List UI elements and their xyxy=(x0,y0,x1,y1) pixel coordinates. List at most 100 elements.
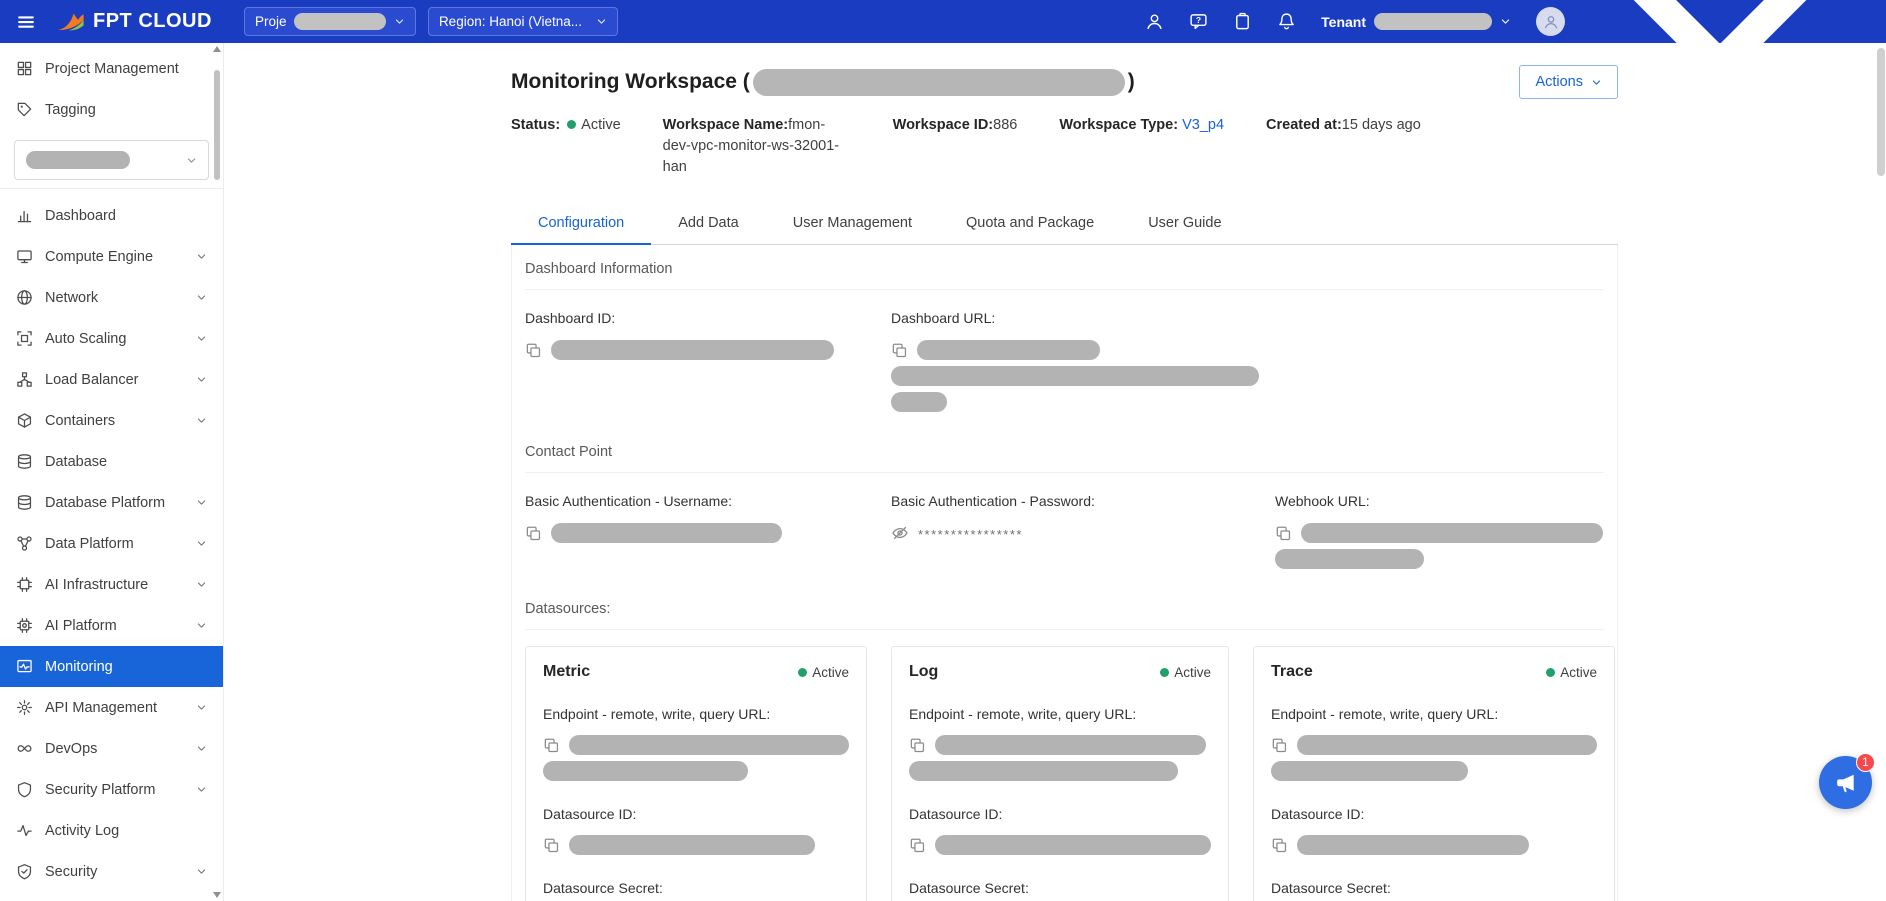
sidebar-scrollbar-thumb[interactable] xyxy=(214,70,220,180)
copy-icon[interactable] xyxy=(1275,525,1292,542)
nodes-icon xyxy=(16,535,33,552)
tab-quota-and-package[interactable]: Quota and Package xyxy=(939,202,1121,244)
username-label: Basic Authentication - Username: xyxy=(525,493,891,509)
fpt-cloud-logo[interactable]: FPT CLOUD xyxy=(56,10,212,33)
scroll-up-arrow-icon[interactable] xyxy=(213,46,221,52)
masked-password: **************** xyxy=(918,524,1023,542)
sidebar-item-monitoring[interactable]: Monitoring xyxy=(0,646,223,687)
redacted-tenant-name xyxy=(1374,13,1492,30)
sidebar-item-ai-platform[interactable]: AI Platform xyxy=(0,605,223,646)
sidebar-item-dashboard[interactable]: Dashboard xyxy=(0,195,223,236)
copy-icon[interactable] xyxy=(525,342,542,359)
sidebar-item-ai-infrastructure[interactable]: AI Infrastructure xyxy=(0,564,223,605)
sidebar-item-project-management[interactable]: Project Management xyxy=(0,48,223,89)
tab-add-data[interactable]: Add Data xyxy=(651,202,765,244)
database-icon xyxy=(16,494,33,511)
scroll-down-arrow-icon[interactable] xyxy=(213,892,221,898)
chevron-down-icon xyxy=(196,497,207,508)
sidebar-item-label: Monitoring xyxy=(45,659,113,675)
shield-check-icon xyxy=(16,863,33,880)
sidebar-item-api-management[interactable]: API Management xyxy=(0,687,223,728)
redacted-datasource-id xyxy=(569,835,815,855)
dashboard-url-label: Dashboard URL: xyxy=(891,310,1604,326)
copy-icon[interactable] xyxy=(525,525,542,542)
sidebar-item-tagging[interactable]: Tagging xyxy=(0,89,223,130)
chip-icon xyxy=(16,576,33,593)
redacted-endpoint-url xyxy=(935,735,1206,755)
sidebar-item-containers[interactable]: Containers xyxy=(0,400,223,441)
announcements-fab[interactable]: 1 xyxy=(1819,756,1872,809)
sidebar-item-compute-engine[interactable]: Compute Engine xyxy=(0,236,223,277)
workspace-name-label: Workspace Name: xyxy=(663,117,788,133)
sidebar-item-auto-scaling[interactable]: Auto Scaling xyxy=(0,318,223,359)
eye-off-icon[interactable] xyxy=(891,524,909,542)
tab-configuration[interactable]: Configuration xyxy=(511,202,651,244)
dashboard-id-field: Dashboard ID: xyxy=(525,290,891,412)
sidebar-item-label: Auto Scaling xyxy=(45,331,126,347)
menu-hamburger-icon[interactable] xyxy=(16,12,36,32)
redacted-endpoint-url xyxy=(1297,735,1597,755)
region-select[interactable]: Region: Hanoi (Vietna... xyxy=(428,7,618,36)
status-text: Active xyxy=(812,665,849,680)
project-select[interactable]: Proje xyxy=(244,7,416,36)
page-scrollbar[interactable] xyxy=(1877,43,1885,901)
chip2-icon xyxy=(16,617,33,634)
sidebar-item-label: Compute Engine xyxy=(45,249,153,265)
notifications-bell-icon[interactable] xyxy=(1277,12,1296,31)
status-badge: Active xyxy=(791,665,849,680)
sidebar-item-data-platform[interactable]: Data Platform xyxy=(0,523,223,564)
status-dot xyxy=(567,120,576,129)
sidebar-item-label: Containers xyxy=(45,413,115,429)
clipboard-icon[interactable] xyxy=(1233,12,1252,31)
redacted-datasource-id xyxy=(935,835,1211,855)
sidebar-item-label: AI Platform xyxy=(45,618,117,634)
infinity-icon xyxy=(16,740,33,757)
sidebar-item-database-platform[interactable]: Database Platform xyxy=(0,482,223,523)
fpt-logo-icon xyxy=(56,10,86,33)
support-chat-icon[interactable]: ? xyxy=(1189,12,1208,31)
section-dashboard-information: Dashboard Information xyxy=(525,245,1604,290)
page-scrollbar-thumb[interactable] xyxy=(1877,48,1885,176)
workspace-id-value: 886 xyxy=(993,117,1017,133)
main-content: Monitoring Workspace ( ) Actions Status:… xyxy=(224,43,1886,901)
page-title-suffix: ) xyxy=(1128,70,1135,94)
copy-icon[interactable] xyxy=(909,837,926,854)
tab-user-management[interactable]: User Management xyxy=(766,202,939,244)
account-menu[interactable] xyxy=(1536,0,1870,172)
status-badge: Active xyxy=(1539,665,1597,680)
redacted-endpoint-url xyxy=(909,761,1178,781)
user-icon[interactable] xyxy=(1145,12,1164,31)
copy-icon[interactable] xyxy=(909,737,926,754)
sidebar-item-load-balancer[interactable]: Load Balancer xyxy=(0,359,223,400)
datasource-secret-label: Datasource Secret: xyxy=(909,880,1211,896)
copy-icon[interactable] xyxy=(891,342,908,359)
sidebar-scrollbar[interactable] xyxy=(212,46,222,898)
sidebar-item-devops[interactable]: DevOps xyxy=(0,728,223,769)
sidebar-item-activity-log[interactable]: Activity Log xyxy=(0,810,223,851)
navbar-right: ? Tenant xyxy=(1145,0,1870,172)
sidebar-item-label: Security Platform xyxy=(45,782,155,798)
chevron-down-icon xyxy=(196,415,207,426)
tab-user-guide[interactable]: User Guide xyxy=(1121,202,1248,244)
copy-icon[interactable] xyxy=(543,837,560,854)
datasource-card-log: LogActiveEndpoint - remote, write, query… xyxy=(891,646,1229,901)
redacted-dropdown-value xyxy=(26,151,130,169)
sidebar-item-security-platform[interactable]: Security Platform xyxy=(0,769,223,810)
sidebar: Project ManagementTagging Dashboard Compu… xyxy=(0,43,224,901)
chevron-down-icon xyxy=(196,538,207,549)
tenant-select[interactable]: Tenant xyxy=(1321,13,1511,30)
status-text: Active xyxy=(1560,665,1597,680)
copy-icon[interactable] xyxy=(1271,837,1288,854)
shield-icon xyxy=(16,781,33,798)
configuration-panel: Dashboard Information Dashboard ID: Dash… xyxy=(511,245,1618,901)
copy-icon[interactable] xyxy=(543,737,560,754)
datasource-card-metric: MetricActiveEndpoint - remote, write, qu… xyxy=(525,646,867,901)
sidebar-item-network[interactable]: Network xyxy=(0,277,223,318)
sidebar-item-security[interactable]: Security xyxy=(0,851,223,892)
card-header: LogActive xyxy=(909,663,1211,681)
sidebar-item-database[interactable]: Database xyxy=(0,441,223,482)
copy-icon[interactable] xyxy=(1271,737,1288,754)
value-row xyxy=(909,761,1211,781)
sidebar-project-dropdown[interactable] xyxy=(14,140,209,180)
sidebar-item-label: API Management xyxy=(45,700,157,716)
